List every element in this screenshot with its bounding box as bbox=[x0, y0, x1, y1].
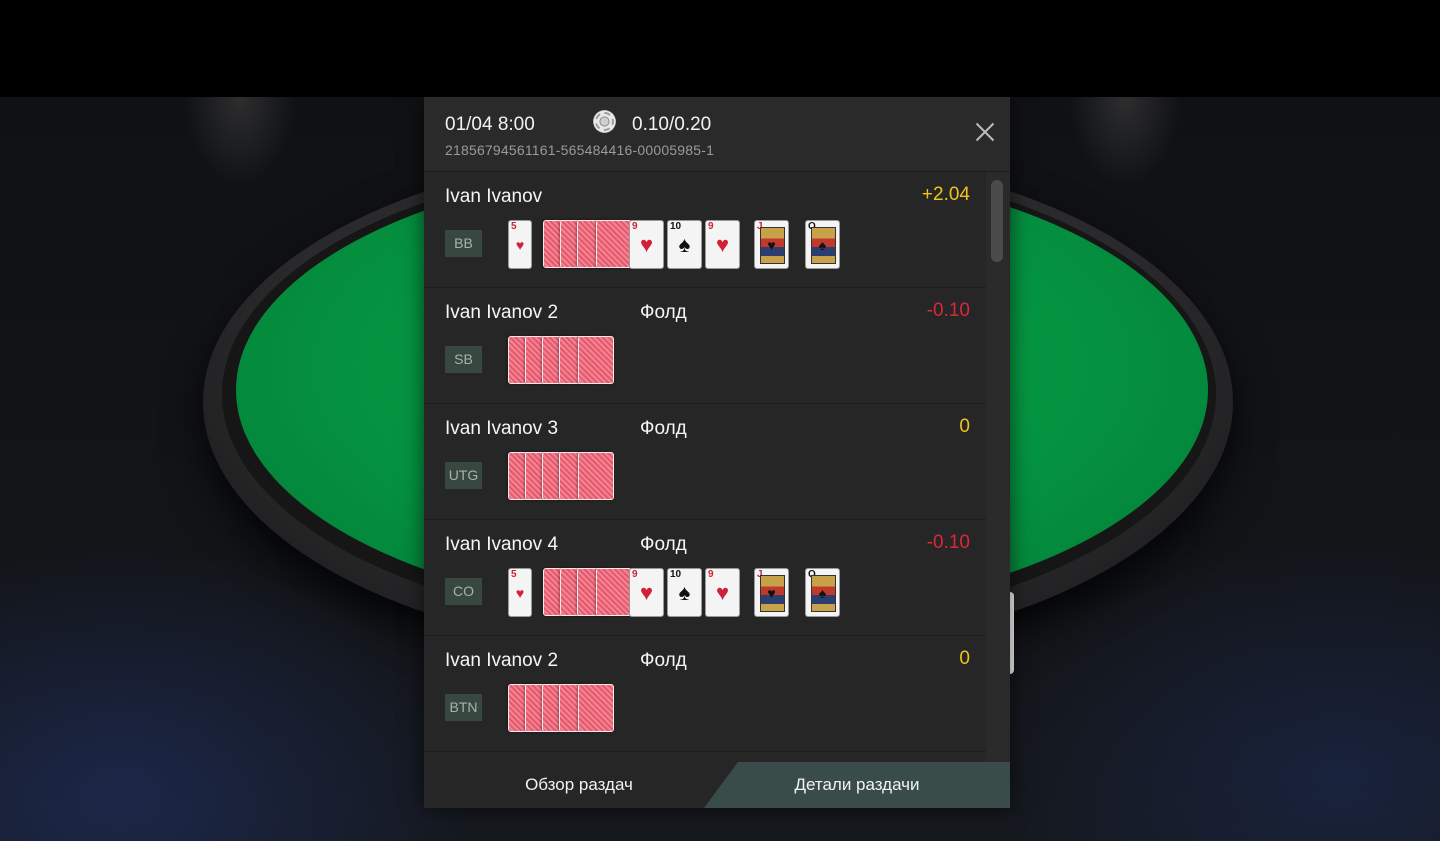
position-badge: UTG bbox=[445, 462, 482, 489]
player-result-amount: +2.04 bbox=[921, 184, 970, 205]
tab-hands-overview[interactable]: Обзор раздач bbox=[424, 762, 734, 808]
card-suit: ♥ bbox=[515, 584, 525, 601]
card-suit: ♥ bbox=[715, 579, 730, 605]
scrollbar-thumb[interactable] bbox=[991, 180, 1003, 262]
card-back bbox=[596, 220, 632, 268]
player-result-amount: -0.10 bbox=[926, 300, 970, 321]
board-card: 9 ♥ bbox=[629, 220, 664, 269]
player-row: Ivan Ivanov 3 Фолд 0 UTG bbox=[424, 404, 986, 520]
position-badge: CO bbox=[445, 578, 482, 605]
tab-hand-details[interactable]: Детали раздачи bbox=[704, 762, 1010, 808]
lamp-light-left bbox=[165, 97, 315, 217]
card-back bbox=[578, 684, 614, 732]
player-action: Фолд bbox=[640, 302, 687, 323]
card-suit: ♥ bbox=[639, 579, 654, 605]
lamp-light-right bbox=[1050, 97, 1200, 217]
card-suit: ♥ bbox=[639, 231, 654, 257]
hand-date: 01/04 8:00 bbox=[445, 114, 535, 135]
card-rank: 9 bbox=[632, 569, 638, 580]
card-suit: ♠ bbox=[678, 579, 691, 605]
player-action: Фолд bbox=[640, 418, 687, 439]
board-card: 9 ♥ bbox=[705, 568, 740, 617]
board-card: 10 ♠ bbox=[667, 568, 702, 617]
player-hole-cards bbox=[508, 336, 614, 386]
player-name: Ivan Ivanov bbox=[445, 186, 543, 207]
player-hole-cards: 5 ♥ bbox=[508, 568, 632, 618]
card-suit: ♠ bbox=[678, 231, 691, 257]
player-result-amount: 0 bbox=[959, 416, 970, 437]
card-back bbox=[596, 568, 632, 616]
modal-tabs: Обзор раздач Детали раздачи bbox=[424, 762, 1010, 808]
player-result-amount: 0 bbox=[959, 648, 970, 669]
board-card: J♥ bbox=[754, 220, 789, 269]
hand-stakes: 0.10/0.20 bbox=[632, 114, 712, 135]
player-row: Ivan Ivanov 2 Фолд -0.10 SB bbox=[424, 288, 986, 404]
card-back bbox=[578, 336, 614, 384]
position-badge: SB bbox=[445, 346, 482, 373]
card-suit: ♥ bbox=[515, 236, 525, 253]
hand-id: 21856794561161-565484416-00005985-1 bbox=[445, 142, 715, 158]
board-card: 9 ♥ bbox=[705, 220, 740, 269]
hand-history-modal: 01/04 8:00 0.10/0.20 21856794561161-5654… bbox=[424, 97, 1010, 808]
player-row: Ivan Ivanov 4Фолд-0.10CO5♥9♥10♠9♥J♥Q♠ bbox=[424, 520, 986, 636]
player-row: Ivan Ivanov 2 Фолд 0 BTN bbox=[424, 636, 986, 752]
player-result-amount: -0.10 bbox=[926, 532, 970, 553]
board-card: Q♠ bbox=[805, 568, 840, 617]
board-card: J♥ bbox=[754, 568, 789, 617]
player-name: Ivan Ivanov 3 bbox=[445, 418, 559, 439]
close-icon[interactable] bbox=[972, 119, 998, 145]
poker-chip-icon bbox=[593, 110, 616, 133]
board-card: 10 ♠ bbox=[667, 220, 702, 269]
card-rank: 5 bbox=[511, 221, 517, 232]
player-action: Фолд bbox=[640, 534, 687, 555]
card-rank: 10 bbox=[670, 569, 682, 580]
board-card: Q♠ bbox=[805, 220, 840, 269]
position-badge: BB bbox=[445, 230, 482, 257]
top-black-bar bbox=[0, 0, 1440, 97]
player-row: Ivan Ivanov+2.04BB5♥9♥10♠9♥J♥Q♠ bbox=[424, 172, 986, 288]
player-name: Ivan Ivanov 4 bbox=[445, 534, 559, 555]
card-rank: 9 bbox=[708, 569, 714, 580]
card-rank: 9 bbox=[708, 221, 714, 232]
card-rank: 5 bbox=[511, 569, 517, 580]
card-suit: ♠ bbox=[818, 236, 827, 253]
modal-header: 01/04 8:00 0.10/0.20 21856794561161-5654… bbox=[424, 97, 1010, 172]
revealed-card: 5 ♥ bbox=[508, 220, 532, 269]
card-suit: ♥ bbox=[767, 236, 776, 253]
player-hole-cards: 5 ♥ bbox=[508, 220, 632, 270]
position-badge: BTN bbox=[445, 694, 482, 721]
card-back bbox=[578, 452, 614, 500]
player-hole-cards bbox=[508, 684, 614, 734]
player-action: Фолд bbox=[640, 650, 687, 671]
player-hole-cards bbox=[508, 452, 614, 502]
board-card: 9 ♥ bbox=[629, 568, 664, 617]
card-suit: ♠ bbox=[818, 584, 827, 601]
card-rank: 10 bbox=[670, 221, 682, 232]
revealed-card: 5 ♥ bbox=[508, 568, 532, 617]
card-suit: ♥ bbox=[715, 231, 730, 257]
player-name: Ivan Ivanov 2 bbox=[445, 302, 559, 323]
player-name: Ivan Ivanov 2 bbox=[445, 650, 559, 671]
card-suit: ♥ bbox=[767, 584, 776, 601]
card-rank: 9 bbox=[632, 221, 638, 232]
player-rows-list: Ivan Ivanov+2.04BB5♥9♥10♠9♥J♥Q♠Ivan Ivan… bbox=[424, 172, 986, 762]
